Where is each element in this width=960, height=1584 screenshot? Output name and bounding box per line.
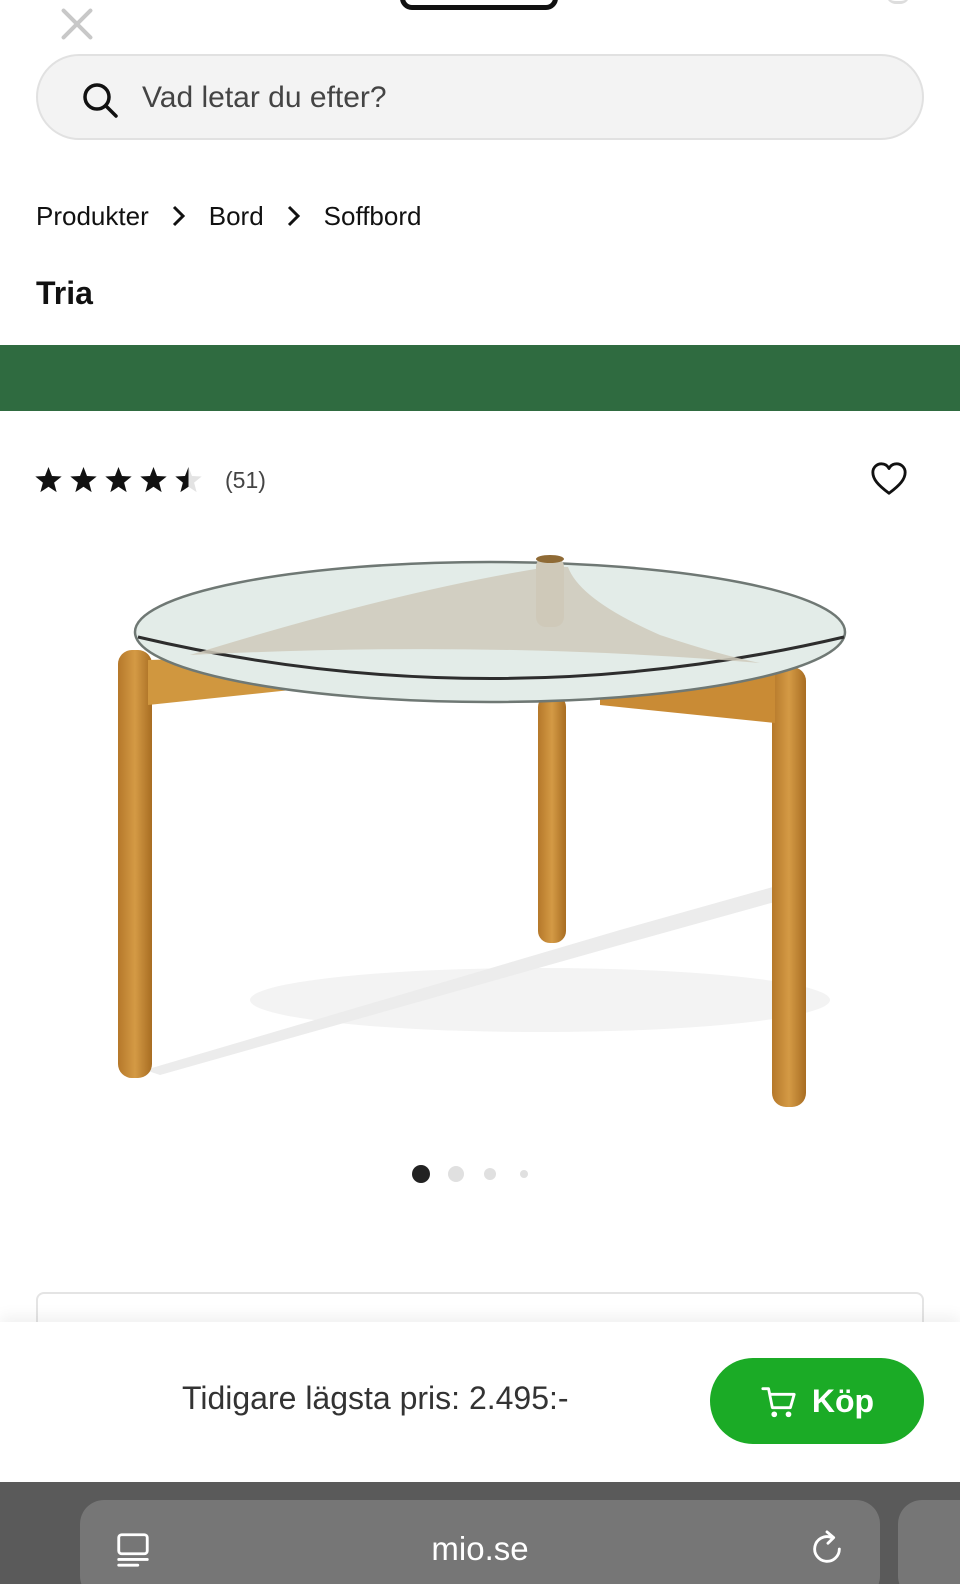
breadcrumb: Produkter Bord Soffbord	[36, 196, 421, 236]
pagination-dot[interactable]	[484, 1168, 496, 1180]
mio-logo	[400, 0, 558, 10]
product-image[interactable]	[100, 545, 880, 1135]
star-icon	[140, 466, 167, 492]
cart-icon	[761, 1387, 796, 1418]
search-input[interactable]	[142, 76, 842, 120]
rating-stars	[34, 466, 203, 495]
top-right-icon[interactable]	[886, 0, 910, 4]
product-title: Tria	[36, 275, 93, 311]
pagination-dot-active[interactable]	[412, 1165, 430, 1183]
previous-lowest-price: Tidigare lägsta pris: 2.495:-	[182, 1380, 569, 1416]
star-icon	[70, 466, 97, 492]
buy-button[interactable]: Köp	[710, 1358, 924, 1444]
next-tab-pill[interactable]	[898, 1500, 960, 1584]
star-icon	[35, 466, 62, 492]
image-pagination[interactable]	[412, 1163, 528, 1185]
search-icon	[83, 83, 118, 118]
promo-banner	[0, 345, 960, 411]
breadcrumb-item-produkter[interactable]: Produkter	[36, 201, 149, 232]
heart-icon[interactable]	[870, 460, 908, 498]
star-icon	[105, 466, 132, 492]
product-rating[interactable]: (51)	[34, 462, 266, 498]
star-icon	[175, 466, 202, 492]
buy-button-label: Köp	[811, 1382, 875, 1419]
browser-toolbar: mio.se	[0, 1482, 960, 1584]
search-bar[interactable]	[36, 54, 924, 140]
breadcrumb-item-soffbord[interactable]: Soffbord	[324, 201, 422, 232]
review-count[interactable]: (51)	[225, 467, 266, 494]
chevron-right-icon	[264, 196, 324, 236]
address-bar[interactable]: mio.se	[80, 1500, 880, 1584]
url-text: mio.se	[431, 1530, 529, 1567]
chevron-right-icon	[149, 196, 209, 236]
close-icon[interactable]	[58, 5, 96, 43]
pagination-dot[interactable]	[448, 1166, 464, 1182]
buy-bar: Tidigare lägsta pris: 2.495:- Köp	[0, 1322, 960, 1482]
reload-icon[interactable]	[808, 1530, 846, 1568]
breadcrumb-item-bord[interactable]: Bord	[209, 201, 264, 232]
pagination-dot[interactable]	[520, 1170, 528, 1178]
